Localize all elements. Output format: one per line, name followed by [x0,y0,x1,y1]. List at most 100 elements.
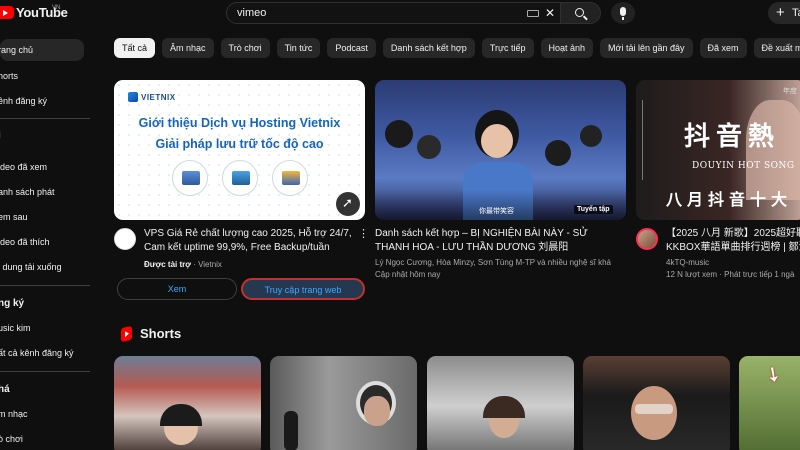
video-meta: Cập nhật hôm nay [375,270,441,279]
sidebar-item-subscriptions[interactable]: ênh đăng ký [0,90,84,112]
sidebar-item-watch-later[interactable]: em sau [0,206,84,228]
external-link-icon[interactable] [336,192,360,216]
sidebar-section-you[interactable]: i [0,130,1,141]
youtube-logo[interactable]: YouTube VN [0,5,68,20]
thumbnail-figure [545,140,571,166]
sidebar-item-label: ất cả kênh đăng ký [0,348,74,358]
channel-name[interactable]: Vietnix [198,260,222,269]
ad-headline: Giới thiệu Dịch vụ Hosting Vietnix [138,116,341,130]
chip-news[interactable]: Tin tức [276,38,321,58]
thumbnail-singer-face [481,124,513,158]
channel-avatar[interactable] [636,228,658,250]
video-meta: Được tài trợ · Vietnix [144,260,222,269]
chip-recently-uploaded[interactable]: Mới tải lên gần đây [600,38,693,58]
youtube-play-icon [0,6,14,19]
visit-site-button[interactable]: Truy cập trang web [241,278,365,300]
short-thumbnail[interactable] [427,356,574,450]
microphone-figure [284,411,298,450]
sidebar-item-label: ideo đã thích [0,237,50,247]
search-input[interactable]: vimeo ✕ [226,2,560,24]
chip-podcast[interactable]: Podcast [327,38,376,58]
thumbnail-corner-text: 年度 [783,88,797,95]
sidebar-divider [0,285,90,286]
thumbnail-bottom-text: 八月抖音十大 [666,190,793,209]
sidebar-divider [0,371,90,372]
chip-watched[interactable]: Đã xem [699,38,747,58]
sidebar-item-label: m nhạc [0,409,28,419]
sidebar-item-home[interactable]: rang chủ [0,39,84,61]
sidebar-item-shorts[interactable]: horts [0,65,84,87]
video-title[interactable]: Danh sách kết hợp – BỊ NGHIỆN BÀI NÀY - … [375,227,615,255]
chip-music[interactable]: Âm nhạc [162,38,214,58]
shorts-section-title: Shorts [140,326,182,341]
video-card: 年度 抖音熱 DOUYIN HOT SONG 八月抖音十大 【2025 八月 新… [636,80,800,279]
more-options-icon[interactable]: ⋮ [358,229,369,240]
chip-gaming[interactable]: Trò chơi [220,38,270,58]
sidebar-item-label: ideo đã xem [0,162,48,172]
sidebar-item-label: ò chơi [0,434,23,444]
ad-thumbnail[interactable]: VIETNIX Giới thiệu Dịch vụ Hosting Vietn… [114,80,365,220]
arrow-down-icon: ➘ [759,361,787,389]
sidebar-item-liked[interactable]: ideo đã thích [0,231,84,253]
chip-all[interactable]: Tất cả [114,38,156,58]
sidebar-item-history[interactable]: ideo đã xem [0,156,84,178]
filter-chip-bar: Tất cả Âm nhạc Trò chơi Tin tức Podcast Danh … [114,38,800,58]
search-icon [575,8,584,17]
sidebar-item-label: usic kim [0,323,31,333]
video-card: 你最带笑容 Tuyển tập Danh sách kết hợp – BỊ N… [375,80,626,279]
thumbnail-face [364,396,390,426]
short-thumbnail[interactable]: ➘ [739,356,800,450]
search-button[interactable] [560,2,601,24]
short-thumbnail[interactable] [270,356,417,450]
chip-mixes[interactable]: Danh sách kết hợp [382,38,475,58]
microphone-icon [620,7,626,20]
video-card-ad: VIETNIX Giới thiệu Dịch vụ Hosting Vietn… [114,80,369,300]
chip-new-to-you[interactable]: Đề xuất mới [753,38,800,58]
hosting-icon [272,160,308,196]
vietnix-logo-icon [128,92,138,102]
sidebar-item-label: rang chủ [0,45,34,55]
sidebar-item-music[interactable]: m nhạc [0,403,84,425]
video-thumbnail[interactable]: 年度 抖音熱 DOUYIN HOT SONG 八月抖音十大 [636,80,800,220]
sidebar-item-label: horts [0,71,19,81]
plus-icon: + [776,4,785,21]
sidebar-item-playlists[interactable]: anh sách phát [0,181,84,203]
sidebar-item-all-subscriptions[interactable]: ất cả kênh đăng ký [0,342,84,364]
sidebar-section-explore: há [0,384,10,395]
create-button[interactable]: + Ta [768,2,800,24]
thumbnail-headline: 抖音熱 [684,122,781,152]
short-thumbnail[interactable] [114,356,261,450]
keyboard-icon[interactable] [527,10,539,17]
video-title[interactable]: 【2025 八月 新歌】2025超好聽 KKBOX華語單曲排行週榜 | 鄒沛 [666,227,800,255]
search-query: vimeo [237,7,267,19]
channel-name[interactable]: 4kTQ-music [666,257,709,269]
channel-avatar[interactable] [114,228,136,250]
video-thumbnail[interactable]: 你最带笑容 Tuyển tập [375,80,626,220]
shorts-icon [121,325,132,343]
sidebar-item-gaming[interactable]: ò chơi [0,428,84,450]
watch-button[interactable]: Xem [117,278,237,300]
thumbnail-figure [580,125,602,147]
sidebar-divider [0,118,90,119]
thumbnail-hair [160,404,202,426]
country-code: VN [52,5,61,11]
voice-search-button[interactable] [611,2,635,24]
sunglasses-figure [635,404,673,414]
sidebar-item-label: em sau [0,212,28,222]
chip-live[interactable]: Trực tiếp [481,38,534,58]
create-label: Ta [792,7,800,19]
thumbnail-caption: 你最带笑容 [479,208,514,215]
thumbnail-subheadline: DOUYIN HOT SONG [692,161,795,171]
sponsored-label: Được tài trợ [144,260,191,269]
thumbnail-line [642,100,643,180]
thumbnail-figure [385,120,413,148]
sidebar-item-channel[interactable]: usic kim [0,317,84,339]
channel-name[interactable]: Lý Ngọc Cương, Hòa Minzy, Sơn Tùng M-TP … [375,257,620,269]
sidebar-item-label: i dung tải xuống [0,262,62,272]
sidebar-item-downloads[interactable]: i dung tải xuống [0,256,84,278]
top-bar: YouTube VN vimeo ✕ + Ta [0,0,800,28]
clear-icon[interactable]: ✕ [545,6,555,20]
video-title[interactable]: VPS Giá Rẻ chất lượng cao 2025, Hỗ trợ 2… [144,227,354,255]
chip-animation[interactable]: Hoạt ảnh [540,38,594,58]
short-thumbnail[interactable] [583,356,730,450]
